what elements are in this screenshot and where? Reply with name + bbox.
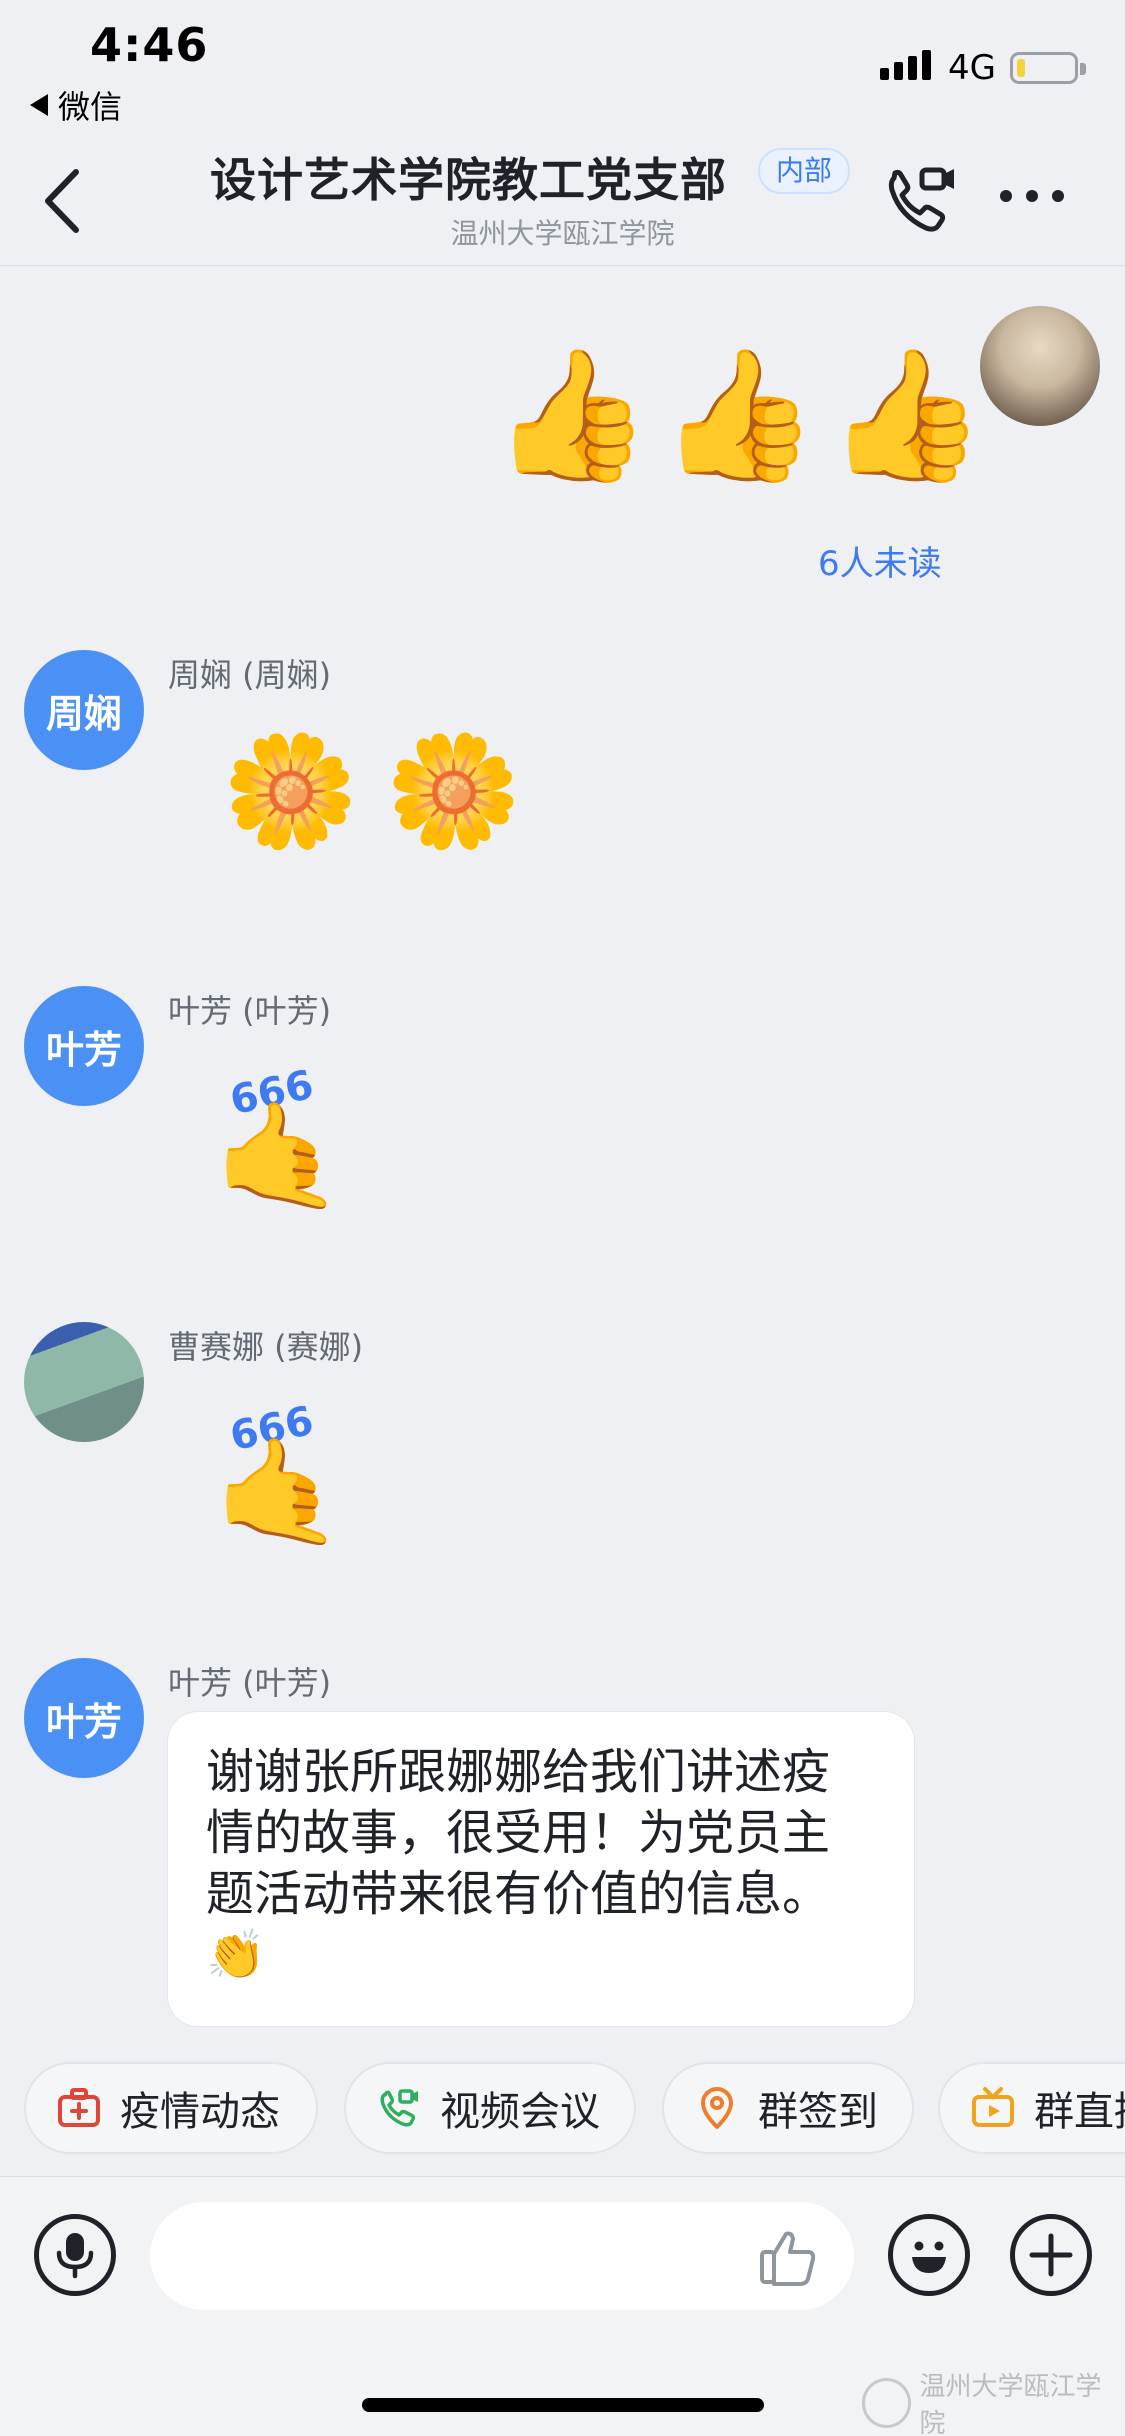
call-me-hand-emoji: 🤙 — [214, 1095, 344, 1217]
chip-label: 群签到 — [758, 2089, 878, 2135]
emoji-button[interactable] — [888, 2214, 970, 2296]
chip-label: 群直播 — [1034, 2089, 1125, 2135]
video-meeting-button[interactable]: 视频会议 — [344, 2062, 636, 2154]
sender-name: 周娴 (周娴) — [168, 656, 332, 694]
chip-clip: 群直播 — [938, 2062, 1125, 2154]
chip-label: 疫情动态 — [120, 2089, 280, 2135]
back-to-app-link[interactable]: 微信 — [30, 82, 122, 128]
internal-badge: 内部 — [758, 148, 851, 194]
sender-name: 叶芳 (叶芳) — [168, 992, 332, 1030]
avatar-caosaina[interactable] — [24, 1322, 144, 1442]
flower-message[interactable]: 🌼🌼 — [222, 736, 548, 846]
sender-name: 曹赛娜 (赛娜) — [168, 1328, 364, 1366]
sticker-666[interactable]: 666 🤙 — [210, 1062, 350, 1220]
battery-icon — [1010, 52, 1086, 84]
microphone-icon — [56, 2233, 94, 2279]
school-seal-icon — [862, 2378, 912, 2428]
unread-status[interactable]: 6人未读 — [818, 536, 942, 585]
avatar-yefang[interactable]: 叶芳 — [24, 1658, 144, 1778]
my-avatar[interactable] — [980, 306, 1100, 426]
location-pin-icon — [701, 2087, 733, 2129]
medical-kit-icon — [58, 2088, 100, 2127]
watermark: 温州大学瓯江学院 — [862, 2366, 1125, 2436]
plus-icon — [1029, 2233, 1073, 2277]
group-checkin-button[interactable]: 群签到 — [662, 2062, 914, 2154]
more-icon[interactable] — [1000, 190, 1064, 202]
sender-name: 叶芳 (叶芳) — [168, 1664, 332, 1702]
live-tv-icon — [972, 2087, 1014, 2127]
back-app-label: 微信 — [58, 88, 123, 126]
home-indicator[interactable] — [362, 2398, 764, 2412]
thumbs-up-message[interactable]: 👍👍👍 — [492, 352, 994, 480]
avatar-yefang[interactable]: 叶芳 — [24, 986, 144, 1106]
thumbs-up-icon[interactable] — [758, 2226, 820, 2288]
chip-label: 视频会议 — [440, 2089, 600, 2135]
call-me-hand-emoji: 🤙 — [214, 1431, 344, 1553]
message-input[interactable] — [150, 2202, 854, 2310]
back-triangle-icon — [30, 94, 48, 116]
smiley-icon — [912, 2241, 946, 2273]
chat-title: 设计艺术学院教工党支部 — [210, 153, 727, 207]
video-call-icon[interactable] — [880, 160, 960, 240]
network-type: 4G — [948, 48, 996, 88]
text-message-bubble[interactable]: 谢谢张所跟娜娜给我们讲述疫情的故事，很受用！为党员主题活动带来很有价值的信息。👏 — [168, 1712, 914, 2026]
add-more-button[interactable] — [1010, 2214, 1092, 2296]
epidemic-news-button[interactable]: 疫情动态 — [24, 2062, 318, 2154]
signal-icon — [880, 50, 931, 80]
avatar-zhouxian[interactable]: 周娴 — [24, 650, 144, 770]
sticker-666[interactable]: 666 🤙 — [210, 1398, 350, 1556]
status-time: 4:46 — [90, 18, 209, 72]
watermark-text: 温州大学瓯江学院 — [919, 2372, 1102, 2436]
group-live-button[interactable]: 群直播 — [938, 2062, 1125, 2154]
video-meeting-icon — [380, 2089, 418, 2127]
voice-input-button[interactable] — [34, 2214, 116, 2296]
